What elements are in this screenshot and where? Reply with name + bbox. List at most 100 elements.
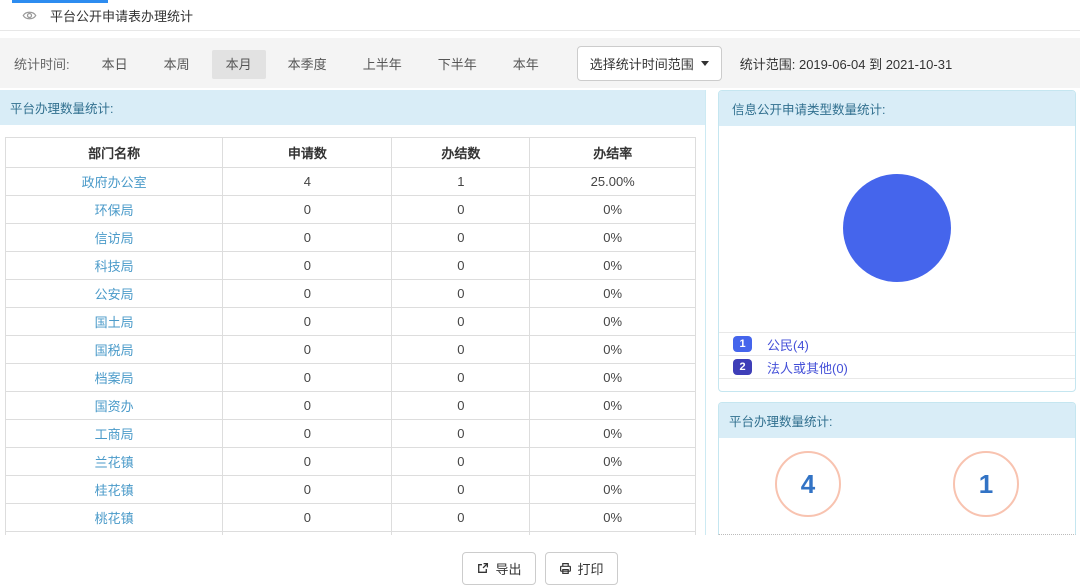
table-cell: 0% [530, 476, 696, 504]
date-range-dropdown[interactable]: 选择统计时间范围 [577, 46, 722, 81]
table-cell: 0 [392, 280, 530, 308]
table-cell: 0% [530, 252, 696, 280]
filter-option-本月[interactable]: 本月 [212, 50, 266, 79]
filter-option-本季度[interactable]: 本季度 [274, 50, 341, 79]
table-row: 科技局000% [6, 252, 696, 280]
table-cell: 0 [223, 532, 392, 536]
department-cell: 信访局 [6, 224, 223, 252]
table-cell: 0 [392, 532, 530, 536]
table-cell: 0 [223, 504, 392, 532]
legend-item[interactable]: 2 法人或其他(0) [719, 355, 1075, 378]
stat-circle: 4 [775, 451, 841, 517]
table-cell: 0 [223, 364, 392, 392]
table-cell: 1 [392, 168, 530, 196]
filter-option-本周[interactable]: 本周 [150, 50, 204, 79]
table-cell: 0 [392, 364, 530, 392]
legend-item[interactable]: 1 公民(4) [719, 332, 1075, 355]
print-button[interactable]: 打印 [545, 552, 618, 585]
stat-item: 4申请数 [775, 451, 841, 535]
department-link[interactable]: 工商局 [95, 427, 134, 442]
print-button-label: 打印 [578, 559, 604, 578]
table-cell: 0 [223, 448, 392, 476]
table-cell: 0 [223, 280, 392, 308]
pie-legend: 1 公民(4) 2 法人或其他(0) [719, 332, 1075, 391]
department-cell: 环保局 [6, 196, 223, 224]
table-cell: 0 [223, 420, 392, 448]
table-row: 桂花镇000% [6, 476, 696, 504]
application-type-panel: 信息公开申请类型数量统计: 1公民(4)2法人或其他(0) [718, 90, 1076, 392]
legend-index-badge: 2 [733, 359, 752, 375]
department-link[interactable]: 国资办 [95, 399, 134, 414]
department-link[interactable]: 科技局 [95, 259, 134, 274]
column-header: 部门名称 [6, 138, 223, 168]
stat-label: 办结数 [953, 530, 1019, 535]
stat-circle: 1 [953, 451, 1019, 517]
table-cell: 0% [530, 392, 696, 420]
export-button-label: 导出 [495, 559, 521, 578]
department-cell: 兰花镇 [6, 448, 223, 476]
department-cell: 桂花镇 [6, 476, 223, 504]
table-cell: 0% [530, 196, 696, 224]
page-title: 平台公开申请表办理统计 [50, 6, 193, 25]
table-cell: 0% [530, 336, 696, 364]
department-link[interactable]: 档案局 [95, 371, 134, 386]
tab-statistics[interactable]: 平台公开申请表办理统计 [0, 0, 1080, 30]
table-row: 兰花镇000% [6, 448, 696, 476]
legend-label: 法人或其他(0) [767, 358, 848, 377]
stat-item: 1 办结数 [953, 451, 1019, 535]
table-cell: 0 [223, 224, 392, 252]
department-link[interactable]: 信访局 [95, 231, 134, 246]
table-row: 信访局000% [6, 224, 696, 252]
pie-chart[interactable] [843, 174, 951, 282]
table-cell: 0% [530, 532, 696, 536]
legend-label: 公民(4) [767, 335, 809, 354]
department-cell: 档案局 [6, 364, 223, 392]
legend-divider [719, 378, 1075, 391]
filter-options: 本日本周本月本季度上半年下半年本年 [88, 54, 561, 73]
table-row: 工商局000% [6, 420, 696, 448]
table-cell: 0 [223, 196, 392, 224]
platform-stats-panel-title: 平台办理数量统计: [719, 403, 1075, 438]
department-cell: 公安局 [6, 280, 223, 308]
filter-bar: 统计时间: 本日本周本月本季度上半年下半年本年 选择统计时间范围 统计范围: 2… [0, 38, 1080, 88]
filter-option-本年[interactable]: 本年 [499, 50, 553, 79]
department-link[interactable]: 桂花镇 [95, 483, 134, 498]
filter-option-上半年[interactable]: 上半年 [349, 50, 416, 79]
department-link[interactable]: 兰花镇 [95, 455, 134, 470]
department-link[interactable]: 公安局 [95, 287, 134, 302]
filter-label: 统计时间: [14, 54, 70, 73]
table-cell: 0 [392, 308, 530, 336]
pie-chart-area: 1 公民(4) 2 法人或其他(0) [719, 126, 1075, 391]
table-cell: 0 [392, 504, 530, 532]
table-cell: 0% [530, 308, 696, 336]
table-cell: 0% [530, 420, 696, 448]
footer-actions: 导出 打印 [0, 552, 1080, 585]
platform-stats-panel: 平台办理数量统计: 4申请数 1 办结数 [718, 402, 1076, 535]
department-cell: 政府办公室 [6, 168, 223, 196]
active-tab-indicator [12, 0, 108, 3]
table-row: 环保局000% [6, 196, 696, 224]
table-cell: 0% [530, 448, 696, 476]
table-cell: 0 [392, 224, 530, 252]
tab-bar: 平台公开申请表办理统计 [0, 0, 1080, 31]
legend-index-badge: 1 [733, 336, 752, 352]
department-stats-panel: 平台办理数量统计: 部门名称申请数办结数办结率 政府办公室4125.00%环保局… [0, 90, 706, 535]
table-cell: 0 [392, 420, 530, 448]
table-cell: 0 [392, 448, 530, 476]
department-stats-table: 部门名称申请数办结数办结率 政府办公室4125.00%环保局000%信访局000… [5, 137, 696, 535]
department-cell: 科技局 [6, 252, 223, 280]
statistics-range-text: 统计范围: 2019-06-04 到 2021-10-31 [740, 54, 952, 73]
table-cell: 0% [530, 504, 696, 532]
department-cell: 工商局 [6, 420, 223, 448]
table-cell: 0 [392, 196, 530, 224]
department-link[interactable]: 国税局 [95, 343, 134, 358]
filter-option-本日[interactable]: 本日 [88, 50, 142, 79]
department-link[interactable]: 桃花镇 [95, 511, 134, 526]
department-link[interactable]: 国土局 [95, 315, 134, 330]
table-cell: 0 [223, 392, 392, 420]
department-link[interactable]: 政府办公室 [82, 175, 147, 190]
filter-option-下半年[interactable]: 下半年 [424, 50, 491, 79]
department-link[interactable]: 环保局 [95, 203, 134, 218]
table-row: 荷花镇000% [6, 532, 696, 536]
export-button[interactable]: 导出 [462, 552, 535, 585]
